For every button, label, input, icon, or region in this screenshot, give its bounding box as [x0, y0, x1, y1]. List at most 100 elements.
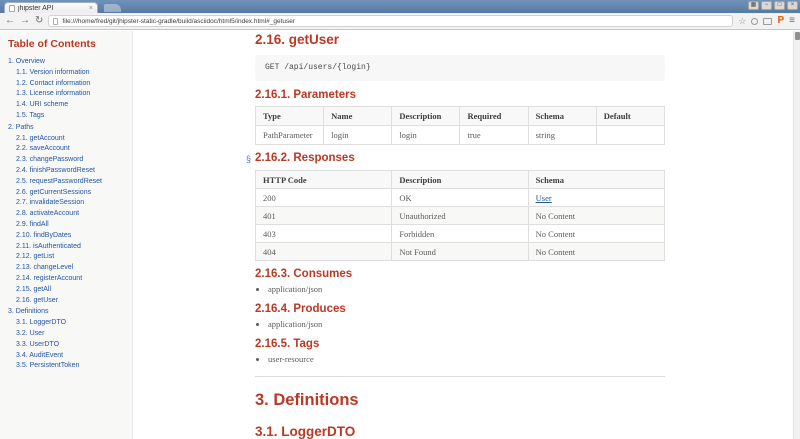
toc-item-loggerdto[interactable]: 3.1. LoggerDTO: [8, 318, 128, 329]
table-header-row: HTTP Code Description Schema: [256, 171, 665, 189]
col-header: Required: [460, 107, 528, 126]
cell-description: Unauthorized: [392, 207, 528, 225]
toc-item-auditevent[interactable]: 3.4. AuditEvent: [8, 351, 128, 362]
toc-item-getall[interactable]: 2.15. getAll: [8, 285, 128, 296]
toc-item-contact-information[interactable]: 1.2. Contact information: [8, 79, 128, 90]
toc-item-getcurrentsessions[interactable]: 2.6. getCurrentSessions: [8, 188, 128, 199]
toc-item-changepassword[interactable]: 2.3. changePassword: [8, 155, 128, 166]
forward-icon[interactable]: →: [20, 16, 30, 26]
toc-item-isauthenticated[interactable]: 2.11. isAuthenticated: [8, 242, 128, 253]
back-icon[interactable]: ←: [5, 16, 15, 26]
cell-description: Forbidden: [392, 225, 528, 243]
window-controls: ▦ − □ ×: [748, 1, 798, 10]
table-row: 403 Forbidden No Content: [256, 225, 665, 243]
col-header: Default: [596, 107, 664, 126]
cell-name: login: [324, 126, 392, 145]
toc-item-invalidatesession[interactable]: 2.7. invalidateSession: [8, 198, 128, 209]
cell-schema: No Content: [528, 243, 664, 261]
window-close-icon[interactable]: ×: [787, 1, 798, 10]
toc-item-definitions[interactable]: 3. Definitions: [8, 307, 128, 318]
toc-item-uri-scheme[interactable]: 1.4. URI scheme: [8, 100, 128, 111]
user-schema-link[interactable]: User: [536, 193, 552, 203]
subsection-title-consumes: 2.16.3. Consumes: [255, 268, 665, 281]
new-tab-button[interactable]: [104, 4, 121, 12]
col-header: Description: [392, 107, 460, 126]
consumes-list: application/json: [268, 284, 665, 294]
webpage: Table of Contents 1. Overview 1.1. Versi…: [0, 31, 800, 439]
cell-schema: User: [528, 189, 664, 207]
section-title-loggerdto: 3.1. LoggerDTO: [255, 424, 665, 439]
table-row: 404 Not Found No Content: [256, 243, 665, 261]
toc-item-saveaccount[interactable]: 2.2. saveAccount: [8, 144, 128, 155]
browser-tab[interactable]: jhipster API ×: [4, 2, 98, 13]
toc-item-userdto[interactable]: 3.3. UserDTO: [8, 340, 128, 351]
reload-icon[interactable]: ↻: [35, 16, 43, 26]
toc-item-persistenttoken[interactable]: 3.5. PersistentToken: [8, 361, 128, 372]
section-divider: [255, 376, 665, 377]
list-item: application/json: [268, 319, 665, 329]
toc-item-findbydates[interactable]: 2.10. findByDates: [8, 231, 128, 242]
toc-item-changelevel[interactable]: 2.13. changeLevel: [8, 263, 128, 274]
tab-title: jhipster API: [18, 5, 86, 12]
table-header-row: Type Name Description Required Schema De…: [256, 107, 665, 126]
browser-toolbar: ← → ↻ file:///home/fred/git/jhipster-sta…: [0, 13, 800, 30]
list-item: user-resource: [268, 354, 665, 364]
col-header: Type: [256, 107, 324, 126]
toc-item-user[interactable]: 3.2. User: [8, 329, 128, 340]
browser-menu-icon[interactable]: ≡: [789, 16, 795, 26]
address-bar[interactable]: file:///home/fred/git/jhipster-static-gr…: [48, 15, 733, 27]
cell-schema: No Content: [528, 207, 664, 225]
cell-schema: string: [528, 126, 596, 145]
section-title-definitions: 3. Definitions: [255, 391, 665, 410]
cell-description: Not Found: [392, 243, 528, 261]
col-header: Name: [324, 107, 392, 126]
toc-item-activateaccount[interactable]: 2.8. activateAccount: [8, 209, 128, 220]
cell-required: true: [460, 126, 528, 145]
cell-http-code: 401: [256, 207, 392, 225]
toc-item-version-information[interactable]: 1.1. Version information: [8, 68, 128, 79]
toc-item-getuser[interactable]: 2.16. getUser: [8, 296, 128, 307]
tab-strip: jhipster API × ▦ − □ ×: [0, 0, 800, 13]
section-title-getuser: 2.16. getUser: [255, 32, 665, 47]
window-minimize-icon[interactable]: −: [761, 1, 772, 10]
cell-description: OK: [392, 189, 528, 207]
section-anchor-icon[interactable]: §: [246, 153, 251, 166]
col-header: Description: [392, 171, 528, 189]
subsection-title-text: 2.16.2. Responses: [255, 152, 355, 164]
extension-p-icon[interactable]: P: [777, 16, 784, 26]
toc-item-finishpasswordreset[interactable]: 2.4. finishPasswordReset: [8, 166, 128, 177]
table-row: 200 OK User: [256, 189, 665, 207]
table-row: 401 Unauthorized No Content: [256, 207, 665, 225]
page-scrollbar[interactable]: [793, 31, 800, 439]
col-header: Schema: [528, 107, 596, 126]
toc-item-tags[interactable]: 1.5. Tags: [8, 111, 128, 122]
toc-item-getaccount[interactable]: 2.1. getAccount: [8, 134, 128, 145]
bookmark-star-icon[interactable]: ☆: [738, 16, 746, 26]
url-text: file:///home/fred/git/jhipster-static-gr…: [62, 18, 295, 25]
toc-item-requestpasswordreset[interactable]: 2.5. requestPasswordReset: [8, 177, 128, 188]
table-row: PathParameter login login true string: [256, 126, 665, 145]
extension-window-icon[interactable]: [763, 18, 772, 25]
extension-circle-icon[interactable]: [751, 18, 758, 25]
scrollbar-thumb[interactable]: [795, 32, 800, 40]
cell-description: login: [392, 126, 460, 145]
toc-item-registeraccount[interactable]: 2.14. registerAccount: [8, 274, 128, 285]
window-overview-icon[interactable]: ▦: [748, 1, 759, 10]
produces-list: application/json: [268, 319, 665, 329]
toc-item-license-information[interactable]: 1.3. License information: [8, 89, 128, 100]
subsection-title-parameters: 2.16.1. Parameters: [255, 89, 665, 102]
subsection-title-responses: § 2.16.2. Responses: [255, 152, 665, 165]
toc-item-findall[interactable]: 2.9. findAll: [8, 220, 128, 231]
url-page-icon: [53, 18, 58, 25]
toc-item-overview[interactable]: 1. Overview: [8, 57, 128, 68]
list-item: application/json: [268, 284, 665, 294]
window-maximize-icon[interactable]: □: [774, 1, 785, 10]
tab-close-icon[interactable]: ×: [89, 5, 93, 12]
toc-item-getlist[interactable]: 2.12. getList: [8, 252, 128, 263]
tags-list: user-resource: [268, 354, 665, 364]
content-area: 2.16. getUser GET /api/users/{login} 2.1…: [255, 31, 665, 439]
toc-title: Table of Contents: [8, 38, 128, 50]
subsection-title-tags: 2.16.5. Tags: [255, 338, 665, 351]
toc-item-paths[interactable]: 2. Paths: [8, 123, 128, 134]
responses-table: HTTP Code Description Schema 200 OK User…: [255, 170, 665, 261]
